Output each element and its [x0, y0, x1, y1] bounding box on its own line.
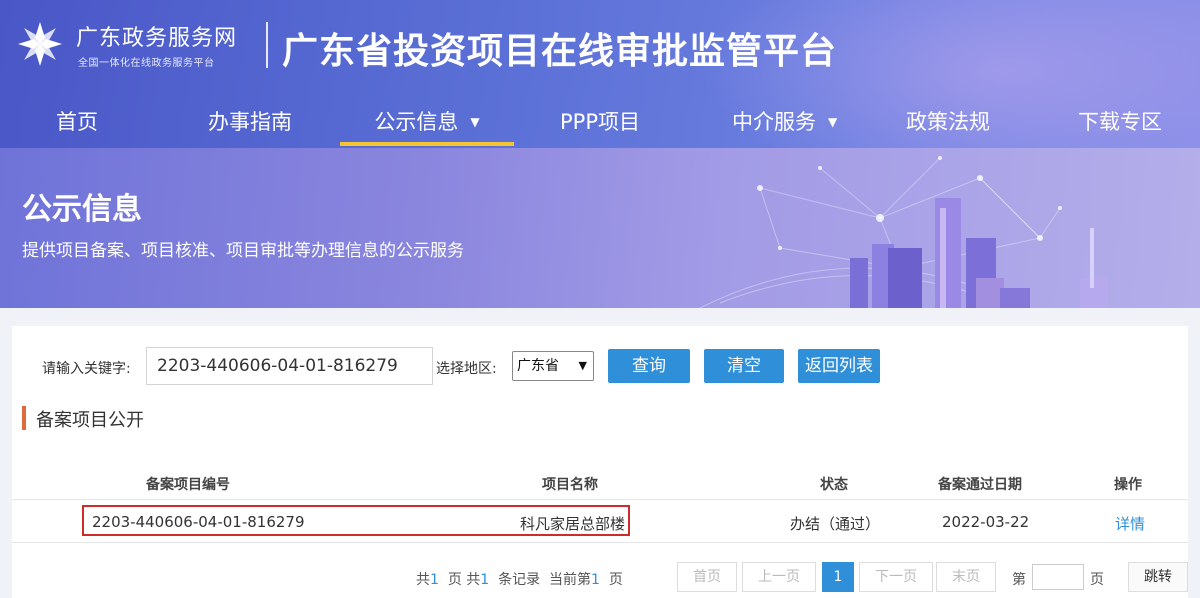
brand-subtitle: 全国一体化在线政务服务平台 [78, 58, 215, 69]
pager-text: 当前第 [549, 572, 592, 588]
keyword-input[interactable]: 2203-440606-04-01-816279 [146, 347, 433, 385]
cell-project-name: 科凡家居总部楼 [520, 515, 626, 533]
table-header: 备案项目编号 项目名称 状态 备案通过日期 操作 [12, 466, 1188, 500]
region-label: 选择地区: [436, 361, 497, 377]
pager-current-page: 1 [591, 572, 600, 588]
nav-label: 政策法规 [906, 110, 990, 134]
keyword-label: 请输入关键字: [42, 361, 131, 377]
pager-text: 共 [466, 572, 481, 588]
back-to-list-button[interactable]: 返回列表 [798, 349, 880, 383]
region-selected-value: 广东省 [517, 358, 559, 374]
region-select[interactable]: 广东省 ▼ [512, 351, 594, 381]
nav-item-guide[interactable]: 办事指南 [208, 96, 292, 148]
nav-label: 公示信息 [374, 110, 459, 134]
last-page-button[interactable]: 末页 [936, 562, 996, 592]
nav-label: 中介服务 [732, 110, 816, 134]
chevron-down-icon: ▼ [578, 359, 587, 372]
content-panel: 请输入关键字: 2203-440606-04-01-816279 选择地区: 广… [12, 326, 1188, 598]
nav-item-home[interactable]: 首页 [56, 96, 98, 148]
column-header-action: 操作 [1114, 477, 1142, 493]
banner-subtitle: 提供项目备案、项目核准、项目审批等办理信息的公示服务 [22, 241, 464, 261]
cell-project-code: 2203-440606-04-01-816279 [92, 513, 305, 531]
brand-divider [266, 22, 268, 68]
pager-text: 条记录 [498, 572, 541, 588]
pager-summary: 共1 页 共1 条记录 当前第1 页 [416, 569, 623, 589]
nav-item-download[interactable]: 下载专区 [1078, 96, 1162, 148]
brand-name[interactable]: 广东政务服务网 [76, 20, 237, 52]
main-nav: 首页 办事指南 公示信息 ▼ PPP项目 中介服务 ▼ 政策法规 下载专区 [0, 96, 1200, 148]
column-header-date: 备案通过日期 [938, 477, 1022, 493]
cell-status: 办结（通过） [790, 515, 881, 533]
nav-label: 下载专区 [1078, 110, 1162, 134]
column-header-code: 备案项目编号 [146, 477, 230, 493]
column-header-name: 项目名称 [542, 477, 598, 493]
jump-button[interactable]: 跳转 [1128, 562, 1188, 592]
chevron-down-icon: ▼ [828, 115, 838, 129]
pager-total-pages: 1 [430, 572, 439, 588]
section-title: 备案项目公开 [36, 410, 144, 431]
nav-item-ppp[interactable]: PPP项目 [560, 96, 640, 148]
nav-label: 首页 [56, 110, 98, 134]
pager-text: 共 [416, 572, 430, 588]
pager-total-records: 1 [480, 572, 490, 588]
chevron-down-icon: ▼ [470, 115, 480, 129]
site-header: 广东政务服务网 全国一体化在线政务服务平台 广东省投资项目在线审批监管平台 首页… [0, 0, 1200, 148]
nav-item-policy[interactable]: 政策法规 [906, 96, 990, 148]
column-header-status: 状态 [820, 477, 848, 493]
guangdong-logo-icon[interactable] [14, 18, 66, 70]
next-page-button[interactable]: 下一页 [859, 562, 933, 592]
detail-link[interactable]: 详情 [1115, 513, 1145, 534]
pager-text: 页 [608, 572, 623, 588]
banner-title: 公示信息 [22, 192, 142, 227]
jump-prefix: 第 [1012, 572, 1026, 588]
nav-label: 办事指南 [208, 110, 292, 134]
table-row: 2203-440606-04-01-816279 科凡家居总部楼 办结（通过） … [12, 501, 1188, 543]
section-accent-bar [22, 406, 26, 430]
nav-item-agency[interactable]: 中介服务 ▼ [732, 96, 837, 148]
page-banner: 公示信息 提供项目备案、项目核准、项目审批等办理信息的公示服务 [0, 148, 1200, 308]
jump-page-input[interactable] [1032, 564, 1084, 590]
page-number-button[interactable]: 1 [822, 562, 854, 592]
site-title: 广东省投资项目在线审批监管平台 [282, 31, 838, 72]
nav-label: PPP项目 [560, 110, 640, 134]
nav-item-public-info[interactable]: 公示信息 ▼ [340, 96, 514, 148]
city-skyline-illustration [699, 156, 1108, 308]
cell-approval-date: 2022-03-22 [942, 513, 1030, 531]
prev-page-button[interactable]: 上一页 [742, 562, 816, 592]
jump-suffix: 页 [1090, 572, 1104, 588]
pager-text: 页 [447, 572, 462, 588]
clear-button[interactable]: 清空 [704, 349, 784, 383]
pagination: 共1 页 共1 条记录 当前第1 页 首页 上一页 1 下一页 末页 第 页 跳… [12, 560, 1188, 594]
first-page-button[interactable]: 首页 [677, 562, 737, 592]
query-button[interactable]: 查询 [608, 349, 690, 383]
